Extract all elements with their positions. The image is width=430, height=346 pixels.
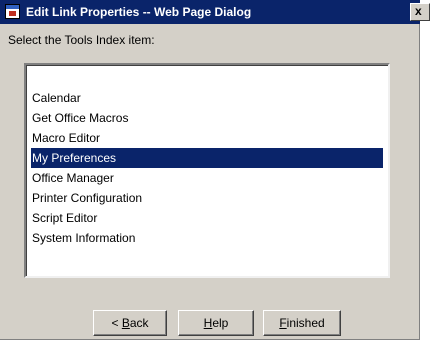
list-item-system-information[interactable]: System Information	[31, 228, 383, 248]
finished-button-rest: inished	[286, 316, 325, 330]
list-item-macro-editor[interactable]: Macro Editor	[31, 128, 383, 148]
tools-index-list: Calendar Get Office Macros Macro Editor …	[31, 88, 383, 248]
back-button-rest: ack	[129, 316, 149, 330]
help-button[interactable]: Help	[178, 310, 254, 336]
back-button-prefix: <	[111, 316, 122, 330]
close-icon: x	[415, 4, 422, 18]
back-button-mnemonic: B	[121, 316, 130, 330]
tools-index-listbox[interactable]: Calendar Get Office Macros Macro Editor …	[24, 63, 390, 278]
finished-button-mnemonic: F	[279, 316, 287, 330]
list-item-get-office-macros[interactable]: Get Office Macros	[31, 108, 383, 128]
finished-button[interactable]: Finished	[263, 310, 341, 336]
title-bar[interactable]: Edit Link Properties -- Web Page Dialog …	[0, 0, 430, 24]
prompt-label: Select the Tools Index item:	[8, 33, 155, 47]
list-item-my-preferences[interactable]: My Preferences	[31, 148, 383, 168]
web-page-dialog-icon	[5, 4, 20, 19]
close-button[interactable]: x	[410, 3, 430, 21]
list-item-calendar[interactable]: Calendar	[31, 88, 383, 108]
list-item-office-manager[interactable]: Office Manager	[31, 168, 383, 188]
back-button[interactable]: < Back	[93, 310, 167, 336]
list-item-printer-configuration[interactable]: Printer Configuration	[31, 188, 383, 208]
dialog-window: Edit Link Properties -- Web Page Dialog …	[0, 0, 430, 340]
help-button-rest: elp	[212, 316, 229, 330]
list-item-script-editor[interactable]: Script Editor	[31, 208, 383, 228]
window-title: Edit Link Properties -- Web Page Dialog	[26, 5, 252, 19]
